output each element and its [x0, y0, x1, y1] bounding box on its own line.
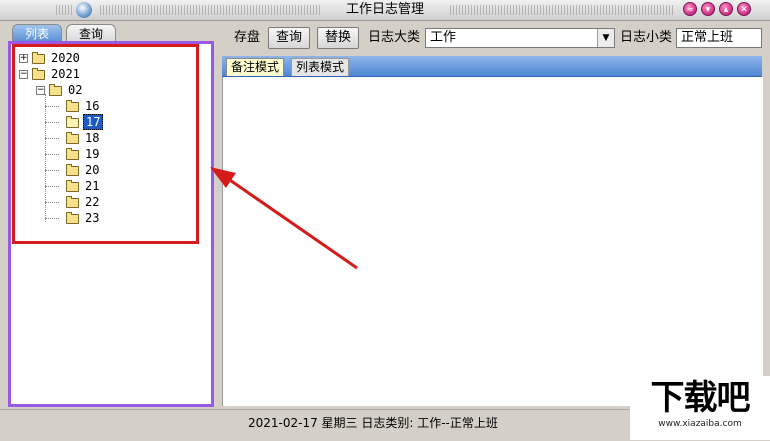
watermark: 下载吧 www.xiazaiba.com [630, 376, 770, 440]
watermark-logo: 下载吧 [650, 378, 751, 418]
annotation-arrow-shaft [223, 174, 358, 270]
annotation-arrow [210, 167, 358, 270]
annotation-arrow-head [210, 167, 236, 188]
